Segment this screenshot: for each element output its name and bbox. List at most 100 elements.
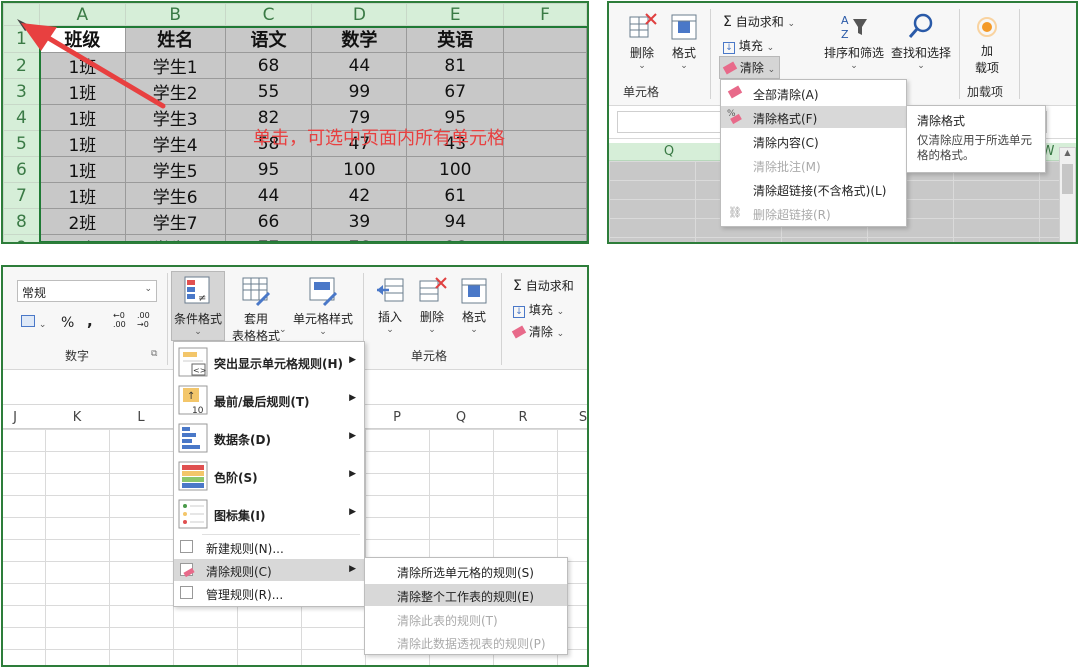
clear-button[interactable]: 清除 ⌄ [511, 323, 565, 340]
group-divider [501, 273, 502, 365]
menu-item-label: 删除超链接(R) [753, 208, 831, 222]
group-divider [1019, 9, 1020, 99]
fill-label: 填充 [528, 303, 553, 317]
addins-group-label: 加载项 [967, 85, 1004, 99]
decrease-decimal-button[interactable]: .00 →0 [137, 311, 150, 329]
col-header-q[interactable]: Q [659, 144, 679, 159]
menu-item-label: 清除超链接(不含格式)(L) [753, 184, 887, 198]
percent-button[interactable]: % [61, 315, 74, 331]
find-select-button[interactable]: 查找和选择 ⌄ [889, 11, 953, 71]
cell-styles-button[interactable]: 单元格样式 ⌄ [291, 275, 355, 337]
submenu-arrow-icon: ▶ [349, 431, 356, 441]
format-button[interactable]: 格式 ⌄ [455, 275, 493, 335]
sigma-icon: Σ [723, 14, 732, 30]
format-button[interactable]: 格式 ⌄ [665, 11, 703, 71]
menu-item-label: 清除格式(F) [753, 112, 818, 126]
fill-button[interactable]: ↓ 填充 ⌄ [513, 301, 564, 318]
col-header-r[interactable]: R [513, 410, 533, 425]
col-header-s[interactable]: S [575, 410, 587, 425]
col-header-k[interactable]: K [67, 410, 87, 425]
chevron-down-icon: ⌄ [556, 329, 565, 339]
col-header-l[interactable]: L [131, 410, 151, 425]
menu-item-clear-rules[interactable]: 清除规则(C) ▶ [174, 559, 364, 581]
menu-item-remove-hyperlinks: ⛓ 删除超链接(R) [721, 202, 906, 224]
eraser-icon [511, 325, 527, 339]
menu-item-manage-rules[interactable]: 管理规则(R)... [174, 582, 364, 604]
menu-item-label: 新建规则(N)... [206, 542, 284, 556]
chevron-down-icon: ⌄ [787, 19, 796, 29]
menu-item-top-bottom-rules[interactable]: ↑ 10 最前/最后规则(T) ▶ [174, 382, 364, 418]
submenu-arrow-icon: ▶ [349, 393, 356, 403]
eraser-icon [722, 61, 738, 75]
table-format-label-1: 套用 [243, 312, 268, 326]
conditional-format-button[interactable]: ≠ 条件格式 ⌄ [171, 271, 225, 341]
menu-item-clear-contents[interactable]: 清除内容(C) [721, 130, 906, 152]
insert-label: 插入 [377, 310, 402, 324]
scroll-up-icon[interactable]: ▲ [1060, 148, 1075, 157]
delete-cells-icon [419, 277, 447, 302]
sort-filter-button[interactable]: AZ 排序和筛选 ⌄ [821, 11, 887, 71]
increase-decimal-button[interactable]: ←0 .00 [113, 311, 126, 329]
menu-item-clear-formats[interactable]: % 清除格式(F) [721, 106, 906, 128]
format-cells-icon [671, 14, 697, 40]
delete-label: 删除 [629, 46, 654, 60]
menu-item-highlight-rules[interactable]: <> 突出显示单元格规则(H) ▶ [174, 344, 364, 380]
chevron-down-icon: ⌄ [917, 61, 925, 71]
col-header-q[interactable]: Q [451, 410, 471, 425]
delete-button[interactable]: 删除 ⌄ [623, 11, 661, 71]
number-format-select[interactable]: 常规 ⌄ [17, 280, 157, 302]
col-header-j[interactable]: J [7, 410, 23, 425]
decrease-decimal-top: .00 [137, 311, 150, 320]
autosum-button[interactable]: Σ 自动求和 ⌄ [723, 13, 795, 30]
format-as-table-button[interactable]: 套用 表格格式 [227, 275, 285, 344]
vertical-scrollbar[interactable]: ▲ [1059, 147, 1076, 242]
clear-menu-panel: 删除 ⌄ 格式 ⌄ 单元格 Σ 自动求和 ⌄ ↓ 填充 ⌄ 清除 ⌄ AZ 排序… [607, 1, 1078, 244]
fill-button[interactable]: ↓ 填充 ⌄ [723, 37, 774, 54]
clear-label: 清除 [739, 61, 764, 75]
insert-button[interactable]: 插入 ⌄ [371, 275, 409, 335]
chevron-down-icon: ⌄ [766, 43, 775, 53]
delete-button[interactable]: 删除 ⌄ [413, 275, 451, 335]
conditional-format-panel: 常规 ⌄ ⌄ % , ←0 .00 .00 →0 数字 ⧉ ≠ 条件格式 ⌄ 套… [1, 265, 589, 667]
comma-button[interactable]: , [87, 312, 93, 330]
chevron-down-icon: ⌄ [470, 325, 478, 335]
menu-item-label: 数据条(D) [214, 433, 271, 447]
submenu-item-clear-table: 清除此表的规则(T) [365, 608, 567, 630]
cells-group-label: 单元格 [623, 85, 660, 99]
menu-item-label: 突出显示单元格规则(H) [214, 357, 344, 371]
submenu-item-clear-sheet[interactable]: 清除整个工作表的规则(E) [365, 584, 567, 606]
chevron-down-icon: ⌄ [428, 325, 436, 335]
clear-button[interactable]: 清除 ⌄ [719, 56, 781, 79]
menu-item-new-rule[interactable]: 新建规则(N)... [174, 536, 364, 558]
submenu-item-clear-selected[interactable]: 清除所选单元格的规则(S) [365, 560, 567, 582]
menu-item-icon-sets[interactable]: 图标集(I) ▶ [174, 496, 364, 532]
addins-button[interactable]: 加 载项 [967, 15, 1007, 76]
menu-item-color-scales[interactable]: 色阶(S) ▶ [174, 458, 364, 494]
accounting-format-button[interactable]: ⌄ [21, 315, 46, 330]
menu-item-label: 图标集(I) [214, 509, 266, 523]
submenu-item-clear-pivot: 清除此数据透视表的规则(P) [365, 631, 567, 653]
menu-item-data-bars[interactable]: 数据条(D) ▶ [174, 420, 364, 456]
menu-item-clear-all[interactable]: 全部清除(A) [721, 82, 906, 104]
chevron-down-icon: ⌄ [556, 307, 565, 317]
dialog-launcher-icon[interactable]: ⧉ [151, 349, 157, 359]
tooltip-body: 仅清除应用于所选单元格的格式。 [917, 133, 1032, 162]
sort-filter-label: 排序和筛选 [823, 46, 884, 60]
find-select-label: 查找和选择 [890, 46, 951, 60]
addin-label-2: 载项 [974, 61, 999, 75]
number-group-label: 数字 [65, 349, 90, 363]
chevron-down-icon: ⌄ [279, 325, 287, 335]
cell-styles-label: 单元格样式 [292, 312, 353, 326]
eraser-icon [727, 85, 743, 99]
addin-icon [977, 17, 997, 37]
fill-down-icon: ↓ [723, 42, 735, 54]
scroll-thumb[interactable] [1062, 164, 1073, 194]
chevron-down-icon: ⌄ [680, 61, 688, 71]
autosum-button[interactable]: Σ 自动求和 [513, 277, 574, 294]
submenu-arrow-icon: ▶ [349, 355, 356, 365]
increase-decimal-bottom: .00 [113, 320, 126, 329]
menu-item-label: 清除规则(C) [206, 565, 272, 579]
menu-item-clear-hyperlinks[interactable]: 清除超链接(不含格式)(L) [721, 178, 906, 200]
table-format-icon [242, 277, 271, 307]
col-header-p[interactable]: P [387, 410, 407, 425]
